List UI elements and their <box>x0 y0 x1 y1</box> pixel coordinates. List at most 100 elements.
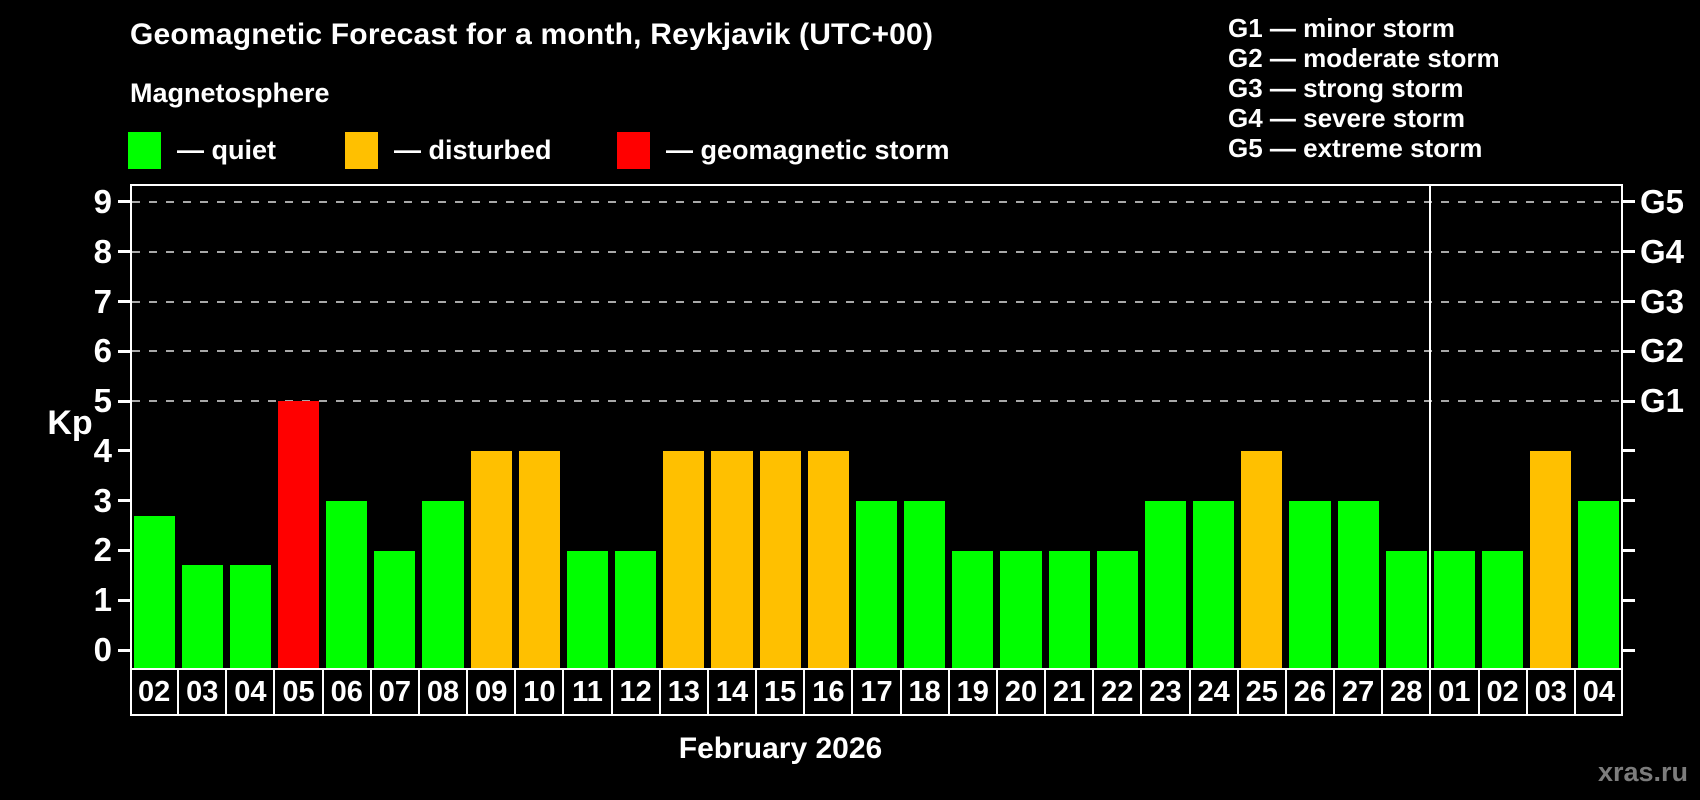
g-scale-legend: G1 — minor storm G2 — moderate storm G3 … <box>1228 13 1500 163</box>
y-tick-right <box>1623 598 1635 602</box>
date-label-23: 25 <box>1245 676 1278 708</box>
kp-bar-25 <box>1241 450 1283 668</box>
kp-bar-24 <box>1193 500 1235 668</box>
gridline-kp6 <box>132 350 1621 353</box>
kp-bar-05 <box>277 401 320 668</box>
y-tick-right <box>1623 548 1635 552</box>
g-axis-label-g5: G5 <box>1640 182 1685 220</box>
date-label-1: 03 <box>186 676 219 708</box>
date-label-5: 07 <box>378 676 411 708</box>
y-tick-right <box>1623 648 1635 652</box>
legend-item-quiet: — quiet <box>128 131 276 169</box>
date-label-25: 27 <box>1341 676 1375 708</box>
y-tick-label: 6 <box>93 332 112 370</box>
kp-bar-07 <box>374 550 416 668</box>
date-label-30: 04 <box>1582 676 1616 708</box>
g3-legend-line: G3 — strong storm <box>1228 73 1464 103</box>
kp-bar-09 <box>470 450 512 668</box>
storm-swatch-icon <box>617 131 650 169</box>
legend-item-storm: — geomagnetic storm <box>617 131 950 169</box>
gridline-kp7 <box>132 300 1621 303</box>
disturbed-swatch-icon <box>345 131 378 169</box>
chart-title: Geomagnetic Forecast for a month, Reykja… <box>130 18 934 51</box>
kp-bar-13 <box>663 450 705 668</box>
date-label-21: 23 <box>1149 676 1182 708</box>
y-tick-label: 8 <box>93 232 112 270</box>
date-label-12: 14 <box>715 676 749 708</box>
date-label-14: 16 <box>812 676 845 708</box>
chart-subtitle: Magnetosphere <box>130 78 330 108</box>
g2-legend-line: G2 — moderate storm <box>1228 43 1500 73</box>
kp-bar-14 <box>711 450 753 668</box>
kp-bar-01 <box>1433 550 1475 668</box>
g-axis-label-g1: G1 <box>1640 382 1685 420</box>
date-label-2: 04 <box>234 676 267 708</box>
kp-bar-20 <box>1000 550 1042 668</box>
gridline-kp5 <box>132 400 1621 403</box>
kp-bar-21 <box>1048 550 1090 668</box>
y-tick-right <box>1623 449 1635 453</box>
plot-frame-left <box>130 184 132 668</box>
date-label-16: 18 <box>908 676 941 708</box>
plot-frame-top <box>130 184 1623 186</box>
kp-bar-23 <box>1144 500 1187 668</box>
y-tick-left <box>118 548 130 552</box>
kp-bar-10 <box>518 450 560 668</box>
plot-area <box>130 184 1623 668</box>
y-tick-right <box>1623 499 1635 503</box>
kp-bar-16 <box>807 450 849 668</box>
date-label-8: 10 <box>523 676 556 708</box>
date-label-17: 19 <box>956 676 989 708</box>
date-label-19: 21 <box>1053 676 1086 708</box>
legend-label-storm: — geomagnetic storm <box>666 134 950 165</box>
kp-bar-08 <box>422 500 464 668</box>
y-tick-right <box>1623 399 1635 403</box>
g4-legend-line: G4 — severe storm <box>1228 103 1466 133</box>
y-tick-left <box>118 300 130 303</box>
y-tick-right <box>1623 200 1635 204</box>
kp-bar-12 <box>615 550 657 668</box>
y-tick-right <box>1623 300 1635 303</box>
y-tick-label: 3 <box>93 481 112 519</box>
gridline-kp9 <box>132 200 1621 203</box>
kp-bar-28 <box>1385 550 1427 668</box>
date-label-0: 02 <box>137 676 171 708</box>
plot-frame-right <box>1621 184 1623 668</box>
y-tick-label: 9 <box>93 182 112 220</box>
date-label-9: 11 <box>572 676 603 708</box>
y-tick-label: 4 <box>93 431 112 469</box>
date-label-3: 05 <box>282 676 315 708</box>
kp-bar-04 <box>229 565 271 668</box>
kp-bar-03 <box>1530 450 1572 668</box>
legend-label-quiet: — quiet <box>177 134 276 165</box>
date-label-18: 20 <box>1004 676 1038 708</box>
month-separator-line <box>1429 184 1432 668</box>
y-tick-right <box>1623 349 1635 353</box>
date-label-24: 26 <box>1293 676 1327 708</box>
g-axis-label-g3: G3 <box>1640 282 1685 320</box>
g5-legend-line: G5 — extreme storm <box>1228 133 1483 163</box>
kp-bar-27 <box>1337 500 1379 668</box>
y-tick-left <box>118 499 130 503</box>
x-axis-title: February 2026 <box>678 732 883 765</box>
kp-bar-03 <box>181 565 223 668</box>
date-label-11: 13 <box>667 676 700 708</box>
g1-legend-line: G1 — minor storm <box>1228 13 1455 43</box>
kp-bar-19 <box>952 550 994 668</box>
y-tick-label: 1 <box>93 581 112 619</box>
date-label-26: 28 <box>1390 676 1423 708</box>
y-tick-right <box>1623 250 1635 254</box>
y-tick-left <box>118 200 130 204</box>
quiet-swatch-icon <box>128 131 161 169</box>
date-label-13: 15 <box>764 676 797 708</box>
date-label-22: 24 <box>1197 676 1230 708</box>
kp-bar-17 <box>855 500 898 668</box>
x-axis-date-row: 02 03 04 05 06 07 08 09 10 11 12 13 14 15 16 17 18 19 20 21… <box>130 668 1623 716</box>
y-tick-left <box>118 449 130 453</box>
y-tick-left <box>118 250 130 254</box>
y-tick-left <box>118 598 130 602</box>
y-tick-label: 7 <box>93 282 112 320</box>
y-tick-label: 2 <box>93 531 112 569</box>
y-tick-label: 5 <box>93 382 112 420</box>
kp-bar-02 <box>1482 550 1524 668</box>
